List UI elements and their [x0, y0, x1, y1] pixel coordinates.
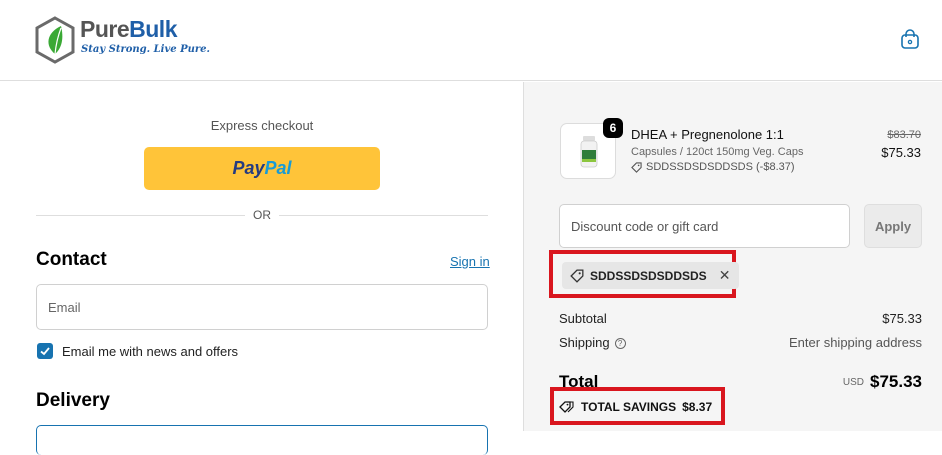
product-discount: SDDSSDSDSDDSDS (-$8.37): [631, 161, 795, 173]
brand-tagline: Stay Strong. Live Pure.: [81, 44, 211, 55]
apply-discount-button[interactable]: Apply: [864, 204, 922, 248]
brand-name: PureBulk: [80, 16, 177, 42]
savings-value: $8.37: [682, 400, 713, 414]
order-summary: 6 DHEA + Pregnenolone 1:1 Capsules / 120…: [523, 82, 942, 431]
subtotal-value: $75.33: [882, 311, 922, 326]
paypal-button[interactable]: Pay Pal: [144, 147, 380, 190]
original-price: $83.70: [887, 129, 921, 141]
shipping-row: Shipping?: [559, 335, 626, 350]
paypal-label-part1: Pay: [232, 158, 265, 178]
leaf-hexagon-icon: [35, 16, 75, 64]
subtotal-label: Subtotal: [559, 311, 607, 326]
info-icon[interactable]: ?: [614, 338, 626, 349]
applied-discount-chip: SDDSSDSDSDDSDS ✕: [562, 262, 740, 289]
quantity-badge: 6: [603, 118, 623, 138]
tag-icon: [559, 401, 574, 413]
close-icon[interactable]: ✕: [719, 267, 731, 284]
savings-label: TOTAL SAVINGS: [581, 400, 677, 414]
product-name: DHEA + Pregnenolone 1:1: [631, 127, 784, 142]
tag-icon: [631, 161, 642, 173]
currency-code: USD: [842, 377, 864, 388]
total-value: $75.33: [870, 372, 922, 391]
product-variant: Capsules / 120ct 150mg Veg. Caps: [631, 146, 804, 158]
shipping-value: Enter shipping address: [789, 335, 922, 350]
checkmark-icon: [40, 347, 50, 356]
discount-code-input[interactable]: [559, 204, 850, 248]
product-discount-text: SDDSSDSDSDDSDS (-$8.37): [646, 161, 795, 173]
country-select[interactable]: [36, 425, 488, 455]
tag-icon: [570, 269, 584, 283]
product-price: $75.33: [881, 145, 921, 160]
express-checkout-label: Express checkout: [210, 118, 314, 133]
newsletter-label: Email me with news and offers: [62, 344, 239, 359]
shopping-bag-icon[interactable]: [899, 28, 921, 50]
delivery-heading: Delivery: [36, 390, 110, 411]
shipping-label: Shipping: [559, 335, 610, 350]
paypal-label-part2: Pal: [264, 158, 292, 178]
total-savings: TOTAL SAVINGS $8.37: [559, 400, 712, 414]
email-field[interactable]: [36, 284, 488, 330]
checkout-form: Express checkout Pay Pal OR Contact Sign …: [0, 82, 523, 455]
brand-logo[interactable]: PureBulk Stay Strong. Live Pure.: [34, 14, 210, 64]
contact-heading: Contact: [36, 249, 107, 270]
applied-discount-code: SDDSSDSDSDDSDS: [590, 268, 707, 283]
newsletter-checkbox[interactable]: [37, 343, 53, 359]
or-divider-label: OR: [245, 208, 279, 222]
header: PureBulk Stay Strong. Live Pure.: [0, 0, 942, 81]
sign-in-link[interactable]: Sign in: [450, 254, 490, 269]
